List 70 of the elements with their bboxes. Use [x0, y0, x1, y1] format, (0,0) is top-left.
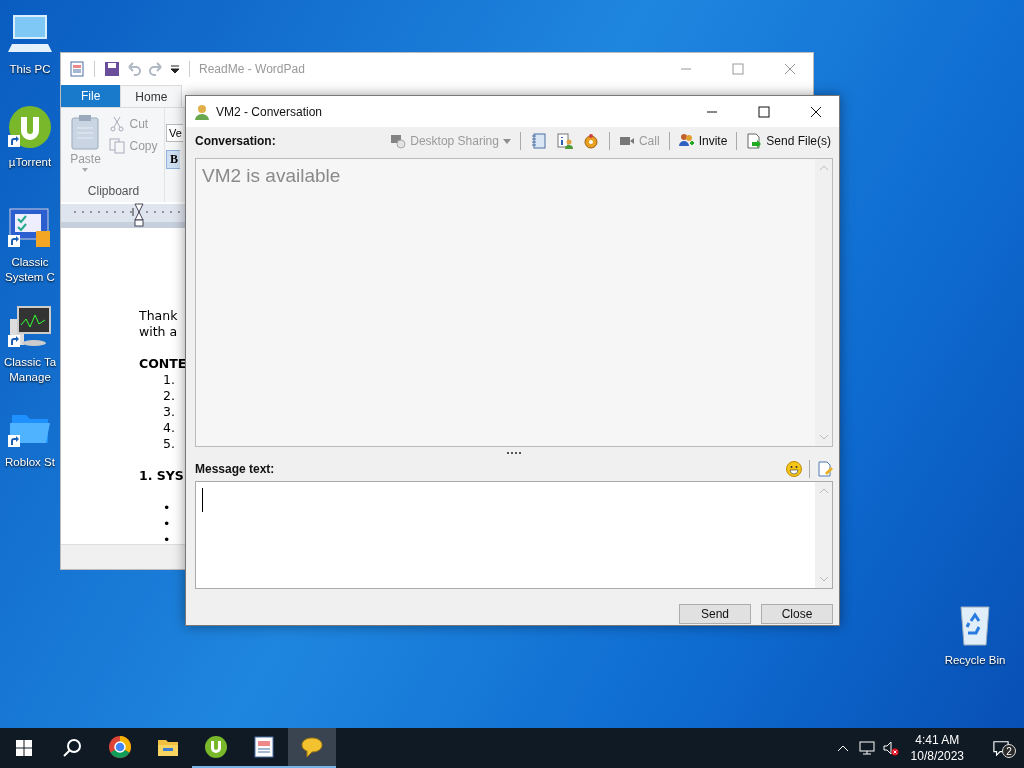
toolbar-button[interactable]: Send File(s) [744, 133, 833, 149]
icon-label: Classic Ta [3, 355, 57, 370]
caret-icon[interactable] [82, 168, 89, 172]
shortcut-arrow-icon [8, 235, 20, 247]
shortcut-arrow-icon [8, 335, 20, 347]
conversation-label: Conversation: [195, 134, 276, 148]
dialog-button[interactable]: Close [761, 604, 833, 624]
dropdown-icon[interactable] [170, 64, 180, 74]
speech-bubble-icon [300, 735, 324, 759]
edit-document-icon[interactable] [817, 461, 833, 477]
redo-icon[interactable] [148, 61, 164, 77]
document-text: with a [139, 324, 178, 339]
icon-label: Recycle Bin [944, 653, 1006, 668]
checklist-window-icon[interactable] [8, 205, 52, 249]
document-text: • [163, 532, 171, 544]
clock[interactable]: 4:41 AM 10/8/2023 [910, 732, 964, 764]
utorrent-icon [204, 735, 228, 759]
document-text: Thank [139, 308, 178, 323]
window-title: ReadMe - WordPad [199, 62, 305, 76]
dialog-button[interactable]: Send [679, 604, 751, 624]
document-icon [252, 735, 276, 759]
search-icon[interactable] [62, 738, 82, 758]
document-text: 5. [163, 436, 175, 451]
status-message: VM2 is available [201, 164, 341, 188]
icon-label: This PC [9, 62, 51, 77]
message-input[interactable] [195, 481, 833, 589]
icon-label: Roblox St [5, 455, 55, 470]
document-text: • [163, 516, 171, 531]
message-label: Message text: [195, 462, 275, 476]
notification-count: 2 [1002, 744, 1016, 758]
notebook-icon[interactable] [530, 133, 547, 149]
document-text: CONTE [139, 356, 187, 371]
send-file-icon [746, 133, 763, 149]
person-icon [194, 103, 210, 120]
ribbon-tab[interactable]: File [61, 85, 121, 107]
bold-button[interactable]: B [166, 150, 180, 169]
document-text: 1. SYS [139, 468, 184, 483]
smiley-icon[interactable] [786, 461, 802, 477]
document-text: 1. [163, 372, 175, 387]
toolbar-button[interactable]: Invite [676, 133, 730, 149]
monitor-graph-icon[interactable] [8, 305, 52, 349]
shortcut-arrow-icon [8, 135, 20, 147]
icon-label: System C [5, 270, 55, 285]
utorrent-icon[interactable] [8, 105, 52, 149]
icon-label: Classic [11, 255, 49, 270]
window-title: VM2 - Conversation [216, 104, 323, 119]
shortcut-arrow-icon [8, 435, 20, 447]
document-icon [69, 61, 85, 77]
ribbon-tab[interactable]: Home [120, 85, 183, 107]
group-label: Clipboard [87, 184, 140, 198]
font-field[interactable]: Ve [166, 124, 183, 142]
add-people-icon [678, 133, 695, 149]
splitter-handle[interactable] [506, 451, 522, 455]
muted-speaker-icon[interactable] [882, 740, 899, 756]
document-text: • [163, 500, 171, 515]
icon-label: Manage [9, 370, 51, 385]
document-text: 2. [163, 388, 175, 403]
icon-label: µTorrent [8, 155, 52, 170]
clipboard-icon[interactable] [69, 114, 102, 150]
network-icon[interactable] [858, 740, 875, 756]
windows-start-icon[interactable] [16, 740, 32, 756]
save-icon[interactable] [104, 61, 120, 77]
info-person-icon[interactable] [556, 133, 573, 149]
undo-icon[interactable] [126, 61, 142, 77]
chrome-icon [108, 735, 132, 759]
screen-share-icon [390, 133, 407, 149]
document-text: 3. [163, 404, 175, 419]
gear-icon[interactable] [582, 133, 599, 149]
document-text: 4. [163, 420, 175, 435]
taskbar-app[interactable] [288, 728, 336, 768]
